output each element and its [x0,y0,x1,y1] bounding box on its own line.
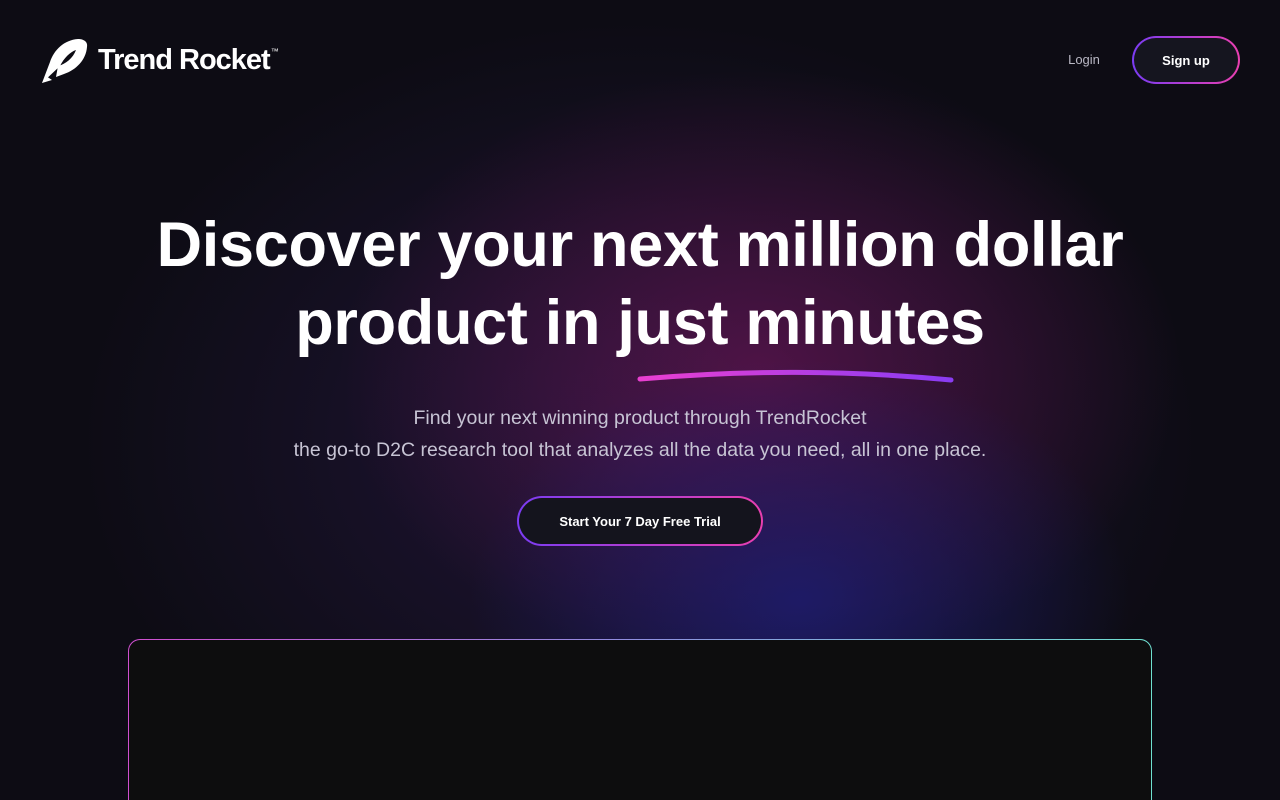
signup-button-label: Sign up [1134,38,1238,82]
hero-headline-line1: Discover your next million dollar [156,210,1124,280]
free-trial-button[interactable]: Start Your 7 Day Free Trial [517,496,763,546]
hero-subtext-line2: the go-to D2C research tool that analyze… [293,439,987,461]
hero-subtext-line1: Find your next winning product through T… [413,407,867,429]
headline-underline-decoration [637,369,954,383]
trademark-symbol: ™ [270,47,279,56]
product-preview-frame [128,639,1152,800]
login-link[interactable]: Login [1060,50,1108,70]
brand-name: Trend Rocket™ [98,44,279,76]
rocket-logo-icon [42,39,88,83]
product-preview-content [129,640,1151,800]
landing-page: Trend Rocket™ Login Sign up Discover you… [0,0,1280,800]
signup-button[interactable]: Sign up [1132,36,1240,84]
hero-headline-line2: product in just minutes [295,288,985,358]
hero-headline: Discover your next million dollar produc… [0,206,1280,362]
brand-logo[interactable]: Trend Rocket™ [40,36,279,84]
free-trial-button-label: Start Your 7 Day Free Trial [519,498,761,544]
hero-subtext: Find your next winning product through T… [0,402,1280,466]
